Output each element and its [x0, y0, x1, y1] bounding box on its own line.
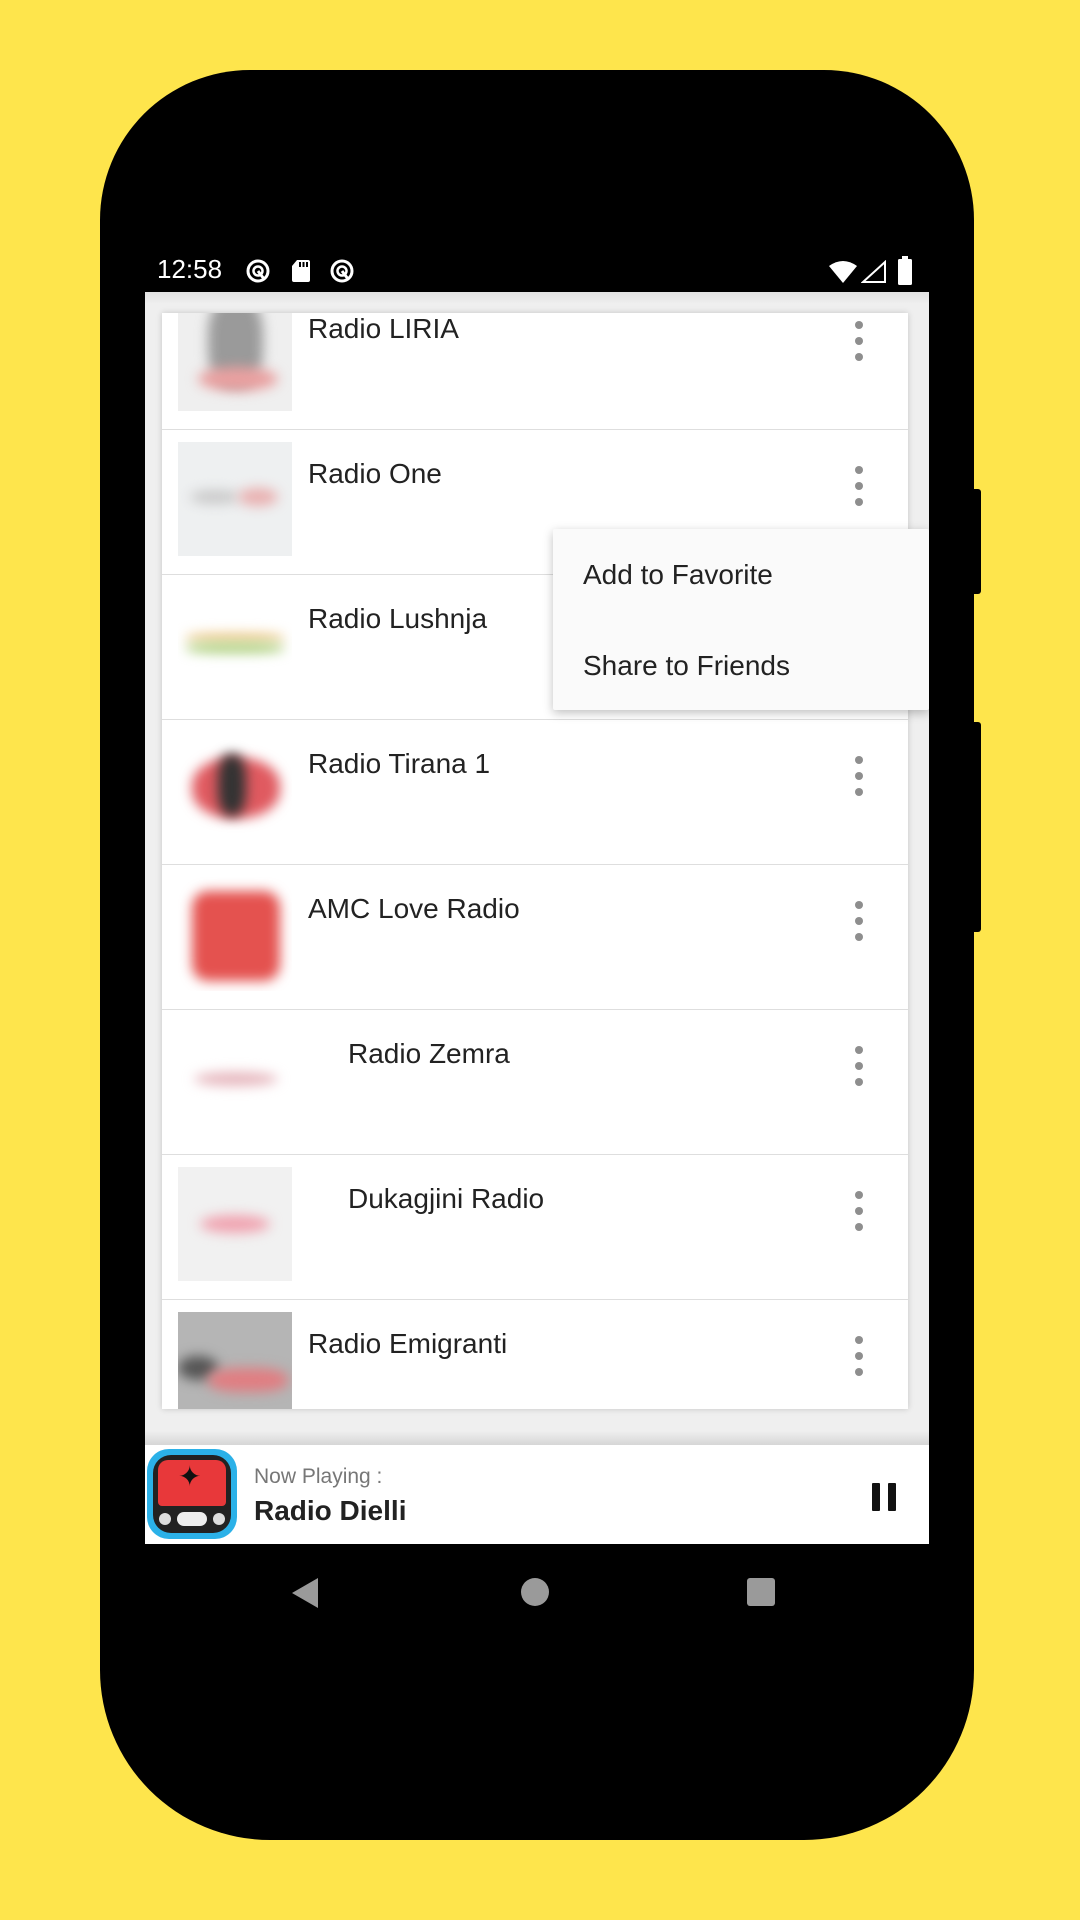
station-row[interactable]: Radio LIRIA [162, 313, 908, 430]
recents-icon[interactable] [746, 1577, 776, 1607]
phone-screen: 12:58 Radio LIRIA Radio One Radio Lushnj… [145, 248, 929, 1640]
share-to-friends-menu-item[interactable]: Share to Friends [583, 650, 790, 682]
station-row[interactable]: Radio Tirana 1 [162, 720, 908, 865]
app-radio-icon: ✦ [147, 1449, 237, 1539]
station-thumbnail [178, 313, 292, 411]
sync-icon [246, 259, 270, 283]
more-options-icon[interactable] [852, 1046, 866, 1086]
station-thumbnail [178, 1167, 292, 1281]
station-thumbnail [178, 1312, 292, 1409]
station-thumbnail [178, 877, 292, 991]
now-playing-bar[interactable]: ✦ Now Playing : Radio Dielli [145, 1445, 929, 1546]
more-options-icon[interactable] [852, 1336, 866, 1376]
station-thumbnail [178, 1022, 292, 1136]
more-options-icon[interactable] [852, 466, 866, 506]
station-name: Radio One [308, 458, 442, 489]
station-name: Radio Zemra [348, 1038, 510, 1069]
station-thumbnail [178, 442, 292, 556]
bottom-shadow [145, 1431, 929, 1445]
albanian-eagle-icon: ✦ [178, 1461, 202, 1492]
station-thumbnail [178, 732, 292, 846]
station-name: Radio Tirana 1 [308, 748, 491, 779]
volume-rocker [974, 722, 981, 932]
more-options-icon[interactable] [852, 1191, 866, 1231]
battery-icon [898, 256, 912, 285]
station-list-screen: Radio LIRIA Radio One Radio Lushnja Radi… [145, 292, 929, 1445]
sd-card-icon [292, 260, 310, 282]
status-bar: 12:58 [145, 248, 929, 292]
station-row[interactable]: Radio Emigranti [162, 1300, 908, 1409]
pause-icon[interactable] [872, 1483, 896, 1511]
now-playing-station: Radio Dielli [254, 1495, 407, 1526]
more-options-icon[interactable] [852, 321, 866, 361]
power-button [974, 489, 981, 594]
station-row[interactable]: Dukagjini Radio [162, 1155, 908, 1300]
navigation-bar [145, 1544, 929, 1640]
station-row[interactable]: Radio Zemra [162, 1010, 908, 1155]
context-menu: Add to Favorite Share to Friends [553, 529, 929, 710]
station-thumbnail [178, 587, 292, 701]
back-icon[interactable] [290, 1576, 320, 1610]
status-time: 12:58 [157, 254, 223, 284]
station-name: AMC Love Radio [308, 893, 520, 924]
station-list-card: Radio LIRIA Radio One Radio Lushnja Radi… [162, 313, 908, 1409]
station-row[interactable]: AMC Love Radio [162, 865, 908, 1010]
more-options-icon[interactable] [852, 756, 866, 796]
home-icon[interactable] [520, 1577, 550, 1607]
top-shadow [145, 292, 929, 304]
station-name: Radio Lushnja [308, 603, 488, 634]
cellular-signal-icon [861, 260, 886, 283]
now-playing-label: Now Playing : [254, 1465, 383, 1488]
station-name: Radio Emigranti [308, 1328, 508, 1359]
station-name: Dukagjini Radio [348, 1183, 545, 1214]
wifi-icon [829, 261, 857, 283]
station-list: Radio LIRIA Radio One Radio Lushnja Radi… [162, 313, 908, 1409]
station-name: Radio LIRIA [308, 313, 459, 344]
add-to-favorite-menu-item[interactable]: Add to Favorite [583, 559, 773, 591]
more-options-icon[interactable] [852, 901, 866, 941]
sync-icon [330, 259, 354, 283]
